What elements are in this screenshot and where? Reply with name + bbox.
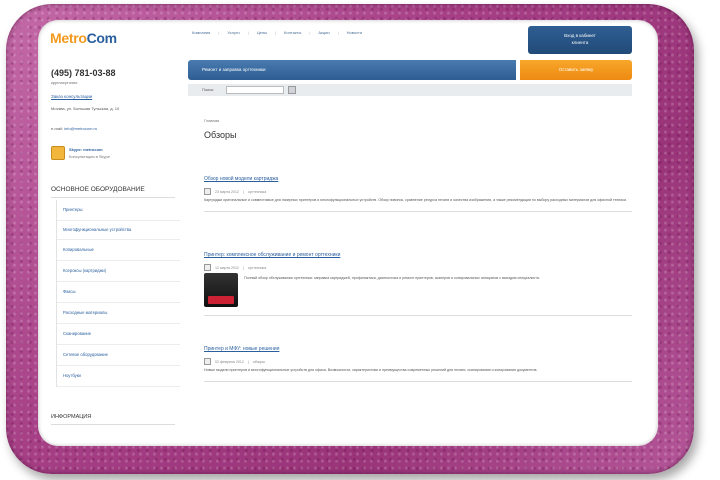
search-input[interactable] <box>226 86 284 94</box>
nav-separator: | <box>309 30 311 35</box>
article-date: 12 марта 2012 <box>215 265 239 270</box>
sidebar-item[interactable]: Расходные материалы <box>57 303 180 324</box>
email-label: e-mail: <box>51 126 64 131</box>
sidebar-item[interactable]: Сетевое оборудование <box>57 345 180 366</box>
phone-subtitle: круглосуточно <box>51 80 78 85</box>
search-button[interactable] <box>288 86 296 94</box>
search-bar: Поиск: <box>188 84 632 96</box>
meta-separator: | <box>242 189 244 194</box>
article-date: 02 февраля 2012 <box>215 359 244 364</box>
breadcrumb[interactable]: Главная <box>204 118 219 123</box>
sidebar-title: ОСНОВНОЕ ОБОРУДОВАНИЕ <box>51 186 175 198</box>
address: Москва, ул. Большая Тульская, д. 10 <box>51 106 120 111</box>
sidebar-menu: Принтеры Многофункциональные устройства … <box>56 200 180 387</box>
email-link[interactable]: info@metrocom.ru <box>64 126 97 131</box>
printer-thumbnail[interactable] <box>204 273 238 307</box>
info-section-title: ИНФОРМАЦИЯ <box>51 414 175 425</box>
nav-separator: | <box>247 30 249 35</box>
article-divider <box>204 315 632 316</box>
skype-title: Skype: metrocom <box>69 147 103 152</box>
skype-subtitle: Консультация в Skype <box>69 154 110 159</box>
login-button[interactable]: Вход в кабинет клиента <box>528 26 632 54</box>
article-category[interactable]: оргтехника <box>248 190 266 194</box>
article-date: 23 марта 2012 <box>215 189 239 194</box>
meta-separator: | <box>247 359 249 364</box>
article-title[interactable]: Принтер: комплексное обслуживание и ремо… <box>204 252 632 258</box>
sidebar-item[interactable]: Принтеры <box>57 200 180 221</box>
article-text: Новые модели принтеров и многофункционал… <box>204 368 538 372</box>
order-consultation-link[interactable]: Заказ консультации <box>51 94 92 99</box>
email-line: e-mail: info@metrocom.ru <box>51 126 97 131</box>
skype-block[interactable]: Skype: metrocom Консультация в Skype <box>51 146 171 164</box>
meta-separator: | <box>242 265 244 270</box>
sidebar-item[interactable]: Многофункциональные устройства <box>57 221 180 240</box>
article-item: Принтер: комплексное обслуживание и ремо… <box>204 252 632 316</box>
nav-item[interactable]: Акции <box>318 30 329 35</box>
nav-item[interactable]: Услуги <box>227 30 239 35</box>
login-title: Вход в кабинет <box>564 33 596 38</box>
sidebar-item[interactable]: Сканирование <box>57 324 180 345</box>
calendar-icon <box>204 188 211 195</box>
nav-separator: | <box>218 30 220 35</box>
top-navigation: Компания | Услуги | Цены | Контакты | Акции |… <box>192 30 362 35</box>
article-meta: 23 марта 2012 | оргтехника <box>204 188 632 195</box>
article-body: Полный обзор обслуживания оргтехники: за… <box>204 273 632 307</box>
phone-number: (495) 781-03-88 <box>51 68 116 78</box>
request-button[interactable]: Оставить заявку <box>520 60 632 80</box>
nav-separator: | <box>275 30 277 35</box>
nav-separator: | <box>337 30 339 35</box>
article-divider <box>204 381 632 382</box>
article-title[interactable]: Обзор новой модели картриджа <box>204 176 632 182</box>
nav-item[interactable]: Контакты <box>284 30 301 35</box>
sidebar-item[interactable]: Факсы <box>57 282 180 303</box>
nav-item[interactable]: Компания <box>192 30 210 35</box>
skype-icon <box>51 146 65 160</box>
search-label: Поиск: <box>202 87 215 92</box>
nav-item[interactable]: Цены <box>257 30 267 35</box>
nav-item[interactable]: Новости <box>347 30 362 35</box>
service-banner[interactable]: Ремонт и заправка оргтехники <box>188 60 516 80</box>
calendar-icon <box>204 358 211 365</box>
sidebar-item[interactable]: Ноутбуки <box>57 366 180 387</box>
login-subtitle: клиента <box>571 40 589 45</box>
site-logo[interactable]: MetroCom <box>50 30 117 46</box>
article-meta: 12 марта 2012 | оргтехника <box>204 264 632 271</box>
article-category[interactable]: оргтехника <box>248 266 266 270</box>
article-text: Картриджи оригинальные и совместимые для… <box>204 198 627 202</box>
sidebar-item[interactable]: Ксероксы (картриджи) <box>57 261 180 282</box>
article-item: Принтер и МФУ: новые решения 02 февраля … <box>204 346 632 382</box>
article-title[interactable]: Принтер и МФУ: новые решения <box>204 346 632 352</box>
article-item: Обзор новой модели картриджа 23 марта 20… <box>204 176 632 212</box>
article-divider <box>204 211 632 212</box>
page-title: Обзоры <box>204 130 237 140</box>
browser-screen: MetroCom Компания | Услуги | Цены | Контакт… <box>38 20 658 446</box>
article-text: Полный обзор обслуживания оргтехники: за… <box>244 276 540 280</box>
calendar-icon <box>204 264 211 271</box>
sidebar-item[interactable]: Копировальные <box>57 240 180 261</box>
logo-part-com: Com <box>86 30 118 46</box>
article-meta: 02 февраля 2012 | обзоры <box>204 358 632 365</box>
article-category[interactable]: обзоры <box>253 360 265 364</box>
logo-part-metro: Metro <box>50 30 87 46</box>
